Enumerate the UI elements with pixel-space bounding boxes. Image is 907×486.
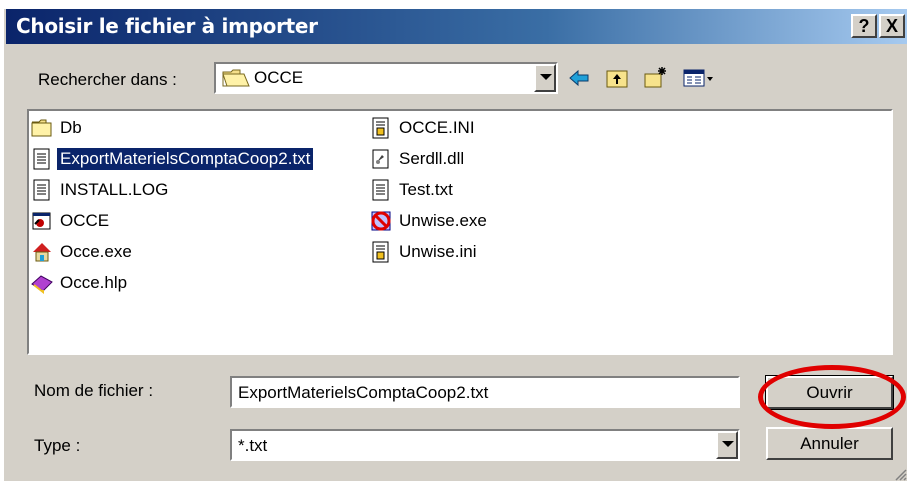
ini-file-icon — [370, 241, 392, 263]
list-item[interactable]: Occe.hlp — [31, 270, 130, 296]
file-name: OCCE — [60, 211, 110, 230]
resize-grip-icon[interactable] — [893, 467, 907, 481]
list-item[interactable]: Unwise.exe — [370, 208, 490, 234]
file-name: Db — [60, 118, 82, 137]
list-item[interactable]: OCCE — [31, 208, 112, 234]
list-item[interactable]: Unwise.ini — [370, 239, 479, 265]
app-shortcut-icon — [31, 210, 53, 232]
help-book-icon — [31, 272, 53, 295]
open-folder-icon — [222, 68, 250, 93]
filetype-value: *.txt — [238, 436, 268, 455]
list-item[interactable]: Db — [31, 115, 85, 141]
dll-file-icon — [370, 148, 392, 170]
up-folder-icon[interactable] — [605, 66, 629, 90]
lookin-combo[interactable]: OCCE — [214, 62, 558, 94]
filename-value: ExportMaterielsComptaCoop2.txt — [238, 383, 489, 402]
house-app-icon — [31, 241, 53, 263]
file-name: INSTALL.LOG — [60, 180, 169, 199]
filename-label: Nom de fichier : — [34, 381, 154, 400]
file-list[interactable]: Db ExportMaterielsComptaCoop2.txt INSTAL… — [27, 109, 893, 355]
help-button[interactable]: ? — [851, 14, 877, 38]
file-name: Occe.hlp — [60, 273, 128, 292]
uninstall-app-icon — [370, 210, 392, 232]
list-item[interactable]: ExportMaterielsComptaCoop2.txt — [31, 146, 314, 172]
list-item[interactable]: Test.txt — [370, 177, 456, 203]
ini-file-icon — [370, 117, 392, 139]
text-file-icon — [370, 179, 392, 201]
lookin-label: Rechercher dans : — [38, 70, 177, 89]
filetype-dropdown-button[interactable] — [716, 431, 738, 459]
file-name: Test.txt — [399, 180, 453, 199]
text-file-icon — [31, 148, 53, 170]
file-name: Unwise.exe — [399, 211, 487, 230]
lookin-value: OCCE — [254, 68, 304, 87]
list-item[interactable]: INSTALL.LOG — [31, 177, 171, 203]
view-menu-icon[interactable] — [682, 66, 716, 90]
back-arrow-icon[interactable] — [567, 66, 591, 90]
new-folder-icon[interactable] — [643, 66, 667, 90]
filetype-label: Type : — [34, 436, 81, 455]
text-file-icon — [31, 179, 53, 201]
open-button[interactable]: Ouvrir — [765, 375, 894, 410]
title-bar[interactable]: Choisir le fichier à importer ? X — [6, 9, 907, 44]
close-button[interactable]: X — [879, 14, 905, 38]
file-name: OCCE.INI — [399, 118, 475, 137]
lookin-dropdown-button[interactable] — [534, 64, 556, 92]
file-name: ExportMaterielsComptaCoop2.txt — [57, 148, 314, 170]
cancel-button[interactable]: Annuler — [766, 427, 893, 460]
file-name: Serdll.dll — [399, 149, 465, 168]
list-item[interactable]: Serdll.dll — [370, 146, 467, 172]
file-name: Occe.exe — [60, 242, 132, 261]
list-item[interactable]: OCCE.INI — [370, 115, 478, 141]
filename-field[interactable]: ExportMaterielsComptaCoop2.txt — [230, 376, 740, 408]
file-name: Unwise.ini — [399, 242, 477, 261]
folder-icon — [31, 117, 53, 139]
window-title: Choisir le fichier à importer — [16, 14, 318, 38]
filetype-combo[interactable]: *.txt — [230, 429, 740, 461]
list-item[interactable]: Occe.exe — [31, 239, 135, 265]
